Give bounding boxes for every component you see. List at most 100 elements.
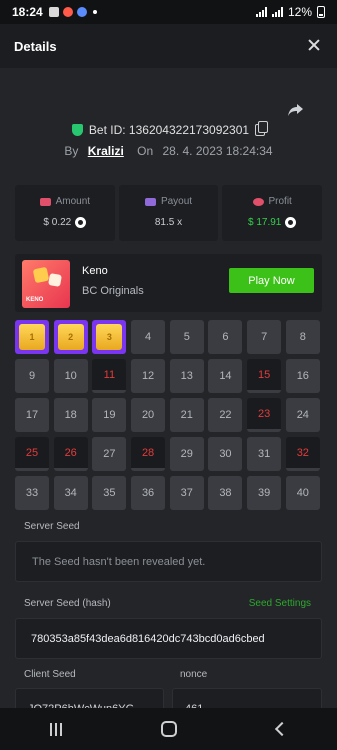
thumb-label: KENO [26, 297, 44, 303]
server-seed-hash-label: Server Seed (hash) [24, 598, 111, 609]
profit-icon [252, 197, 264, 206]
server-seed-field: The Seed hasn't been revealed yet. [15, 541, 322, 582]
profit-label: Profit [268, 196, 292, 207]
keno-grid: 1 2 3 4 5 6 7 8 9 10 11 12 13 14 15 16 17 18 19 20 21 22 23 24 2… [15, 320, 322, 510]
keno-cell-25[interactable]: 25 [15, 437, 49, 471]
keno-cell-27[interactable]: 27 [92, 437, 127, 471]
ball-icon [48, 273, 62, 287]
keno-cell-30[interactable]: 30 [208, 437, 243, 471]
keno-cell-29[interactable]: 29 [169, 437, 204, 471]
keno-cell-15[interactable]: 15 [247, 359, 282, 393]
keno-cell-17[interactable]: 17 [15, 398, 49, 432]
keno-cell-23[interactable]: 23 [247, 398, 282, 432]
keno-cell-37[interactable]: 37 [169, 476, 204, 510]
home-button[interactable] [161, 721, 178, 737]
close-icon[interactable] [305, 37, 323, 55]
keno-thumbnail[interactable]: KENO [22, 260, 70, 308]
amount-value: $ 0.22 [43, 217, 72, 228]
battery-icon [317, 6, 325, 18]
by-label: By [64, 144, 79, 158]
gem-icon: 3 [96, 324, 123, 350]
bet-id: Bet ID: 136204322173092301 [88, 123, 250, 137]
recents-button[interactable] [49, 722, 62, 736]
app-icon [62, 7, 73, 17]
system-icons: 12% [255, 5, 325, 19]
keno-cell-36[interactable]: 36 [131, 476, 166, 510]
nonce-label: nonce [180, 669, 208, 680]
keno-cell-3[interactable]: 3 [92, 320, 127, 354]
keno-cell-21[interactable]: 21 [169, 398, 204, 432]
keno-cell-39[interactable]: 39 [247, 476, 282, 510]
amount-icon [39, 197, 51, 206]
amount-label: Amount [55, 196, 91, 207]
system-nav-bar [0, 708, 337, 750]
bet-byline: By Kralizi On 28. 4. 2023 18:24:34 [0, 144, 337, 158]
game-card: KENO Keno BC Originals Play Now [15, 254, 322, 312]
keno-cell-38[interactable]: 38 [208, 476, 243, 510]
keno-cell-9[interactable]: 9 [15, 359, 49, 393]
play-now-button[interactable]: Play Now [229, 268, 314, 293]
seed-settings-link[interactable]: Seed Settings [249, 598, 311, 609]
game-provider: BC Originals [82, 285, 144, 297]
coin-icon [285, 217, 297, 228]
keno-cell-11[interactable]: 11 [92, 359, 127, 393]
on-label: On [137, 144, 154, 158]
keno-cell-6[interactable]: 6 [208, 320, 243, 354]
bet-user-link[interactable]: Kralizi [88, 144, 124, 158]
details-header: Details [0, 24, 337, 68]
copy-icon[interactable] [255, 121, 269, 136]
payout-icon [144, 197, 156, 206]
more-dot-icon [92, 10, 97, 14]
image-icon [48, 7, 59, 17]
back-button[interactable] [275, 721, 290, 737]
keno-cell-12[interactable]: 12 [131, 359, 166, 393]
game-name: Keno [82, 265, 108, 277]
bet-id-row: Bet ID: 136204322173092301 [0, 121, 337, 137]
keno-cell-14[interactable]: 14 [208, 359, 243, 393]
keno-cell-28[interactable]: 28 [131, 437, 166, 471]
profit-value: $ 17.91 [247, 217, 282, 228]
keno-cell-19[interactable]: 19 [92, 398, 127, 432]
keno-cell-22[interactable]: 22 [208, 398, 243, 432]
stat-payout: Payout 81.5 x [118, 185, 219, 241]
keno-cell-18[interactable]: 18 [53, 398, 88, 432]
keno-cell-32[interactable]: 32 [285, 437, 320, 471]
keno-cell-31[interactable]: 31 [247, 437, 282, 471]
keno-cell-7[interactable]: 7 [247, 320, 282, 354]
keno-cell-16[interactable]: 16 [285, 359, 320, 393]
server-seed-hash-field[interactable]: 780353a85f43dea6d816420dc743bcd0ad6cbed [15, 618, 322, 659]
bet-date: 28. 4. 2023 18:24:34 [162, 144, 273, 158]
keno-cell-34[interactable]: 34 [53, 476, 88, 510]
ball-icon [32, 266, 50, 284]
client-seed-label: Client Seed [24, 669, 76, 680]
keno-cell-4[interactable]: 4 [131, 320, 166, 354]
signal-icon [255, 7, 267, 17]
gem-icon: 1 [19, 324, 45, 350]
page-title: Details [14, 38, 57, 54]
signal-icon [271, 7, 283, 17]
coin-icon [75, 217, 87, 228]
keno-cell-10[interactable]: 10 [53, 359, 88, 393]
notification-icons [48, 7, 97, 17]
keno-cell-20[interactable]: 20 [131, 398, 166, 432]
keno-cell-26[interactable]: 26 [53, 437, 88, 471]
stat-amount: Amount $ 0.22 [15, 185, 115, 241]
keno-cell-13[interactable]: 13 [169, 359, 204, 393]
battery-percent: 12% [287, 5, 312, 19]
shield-icon [71, 124, 83, 136]
status-bar: 18:24 12% [0, 0, 337, 24]
status-time: 18:24 [12, 5, 43, 19]
gem-icon: 2 [57, 324, 84, 350]
payout-value: 81.5 x [154, 217, 183, 228]
keno-cell-35[interactable]: 35 [92, 476, 127, 510]
bet-stats: Amount $ 0.22 Payout 81.5 x Profit $ 17.… [15, 185, 323, 241]
share-icon[interactable] [287, 100, 305, 118]
keno-cell-24[interactable]: 24 [285, 398, 320, 432]
keno-cell-5[interactable]: 5 [169, 320, 204, 354]
keno-cell-33[interactable]: 33 [15, 476, 49, 510]
keno-cell-2[interactable]: 2 [53, 320, 88, 354]
keno-cell-40[interactable]: 40 [285, 476, 320, 510]
stat-profit: Profit $ 17.91 [222, 185, 323, 241]
keno-cell-8[interactable]: 8 [285, 320, 320, 354]
keno-cell-1[interactable]: 1 [15, 320, 49, 354]
